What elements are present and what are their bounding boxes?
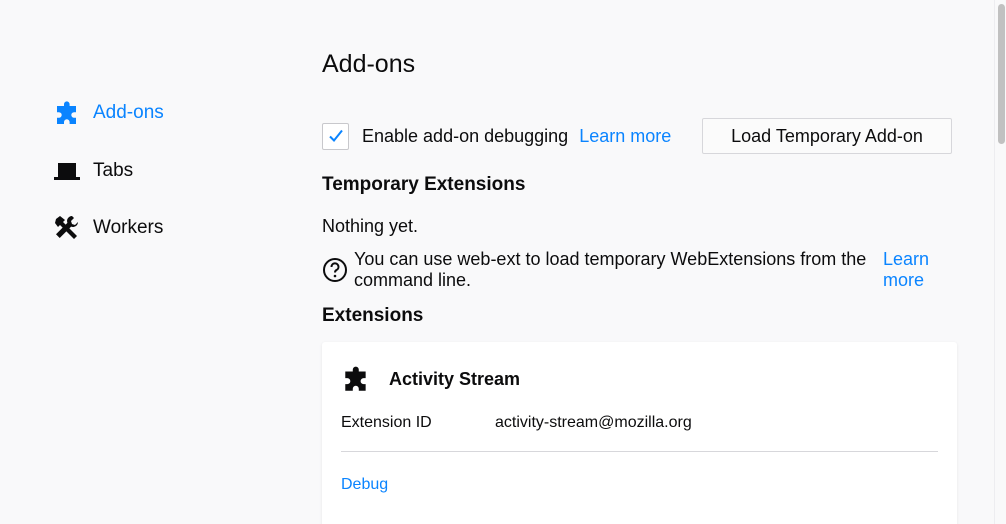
sidebar-item-tabs[interactable]: Tabs: [52, 154, 272, 188]
web-ext-tip: You can use web-ext to load temporary We…: [322, 249, 954, 291]
empty-state-text: Nothing yet.: [322, 216, 419, 236]
sidebar-item-label: Tabs: [93, 159, 134, 181]
sidebar-item-addons[interactable]: Add-ons: [52, 96, 272, 130]
scrollbar-thumb[interactable]: [998, 4, 1005, 144]
enable-debugging-checkbox[interactable]: [322, 122, 349, 150]
extension-id-label: Extension ID: [341, 414, 432, 431]
extension-id-value: activity-stream@mozilla.org: [495, 414, 692, 431]
temporary-extensions-heading: Temporary Extensions: [322, 174, 526, 195]
puzzle-icon: [345, 366, 366, 391]
debugging-row: Enable add-on debugging Learn more Load …: [322, 118, 954, 154]
extension-name: Activity Stream: [389, 368, 521, 389]
load-temporary-addon-button[interactable]: Load Temporary Add-on: [702, 118, 952, 154]
extension-card: Activity Stream Extension ID activity-st…: [322, 342, 957, 524]
hammer-wrench-icon: [52, 213, 82, 243]
sidebar: Add-ons Tabs Workers: [52, 96, 272, 269]
tab-icon: [52, 156, 82, 186]
sidebar-item-label: Workers: [93, 217, 164, 238]
puzzle-icon: [52, 98, 82, 128]
extensions-heading: Extensions: [322, 305, 424, 326]
learn-more-link[interactable]: Learn more: [579, 126, 671, 147]
tip-learn-more-link[interactable]: Learn more: [883, 249, 953, 291]
help-icon: [323, 258, 347, 282]
checkmark-icon: [328, 129, 343, 142]
sidebar-item-workers[interactable]: Workers: [52, 211, 272, 245]
debug-link[interactable]: Debug: [341, 476, 388, 494]
enable-debugging-label: Enable add-on debugging: [362, 125, 569, 146]
sidebar-item-label: Add-ons: [93, 102, 164, 123]
extension-card-header: Activity Stream: [341, 364, 520, 394]
page-title: Add-ons: [322, 50, 416, 78]
extension-id-row: Extension ID activity-stream@mozilla.org: [341, 414, 692, 432]
tip-text: You can use web-ext to load temporary We…: [354, 249, 867, 290]
scrollbar[interactable]: [994, 0, 1006, 524]
divider: [341, 451, 938, 452]
